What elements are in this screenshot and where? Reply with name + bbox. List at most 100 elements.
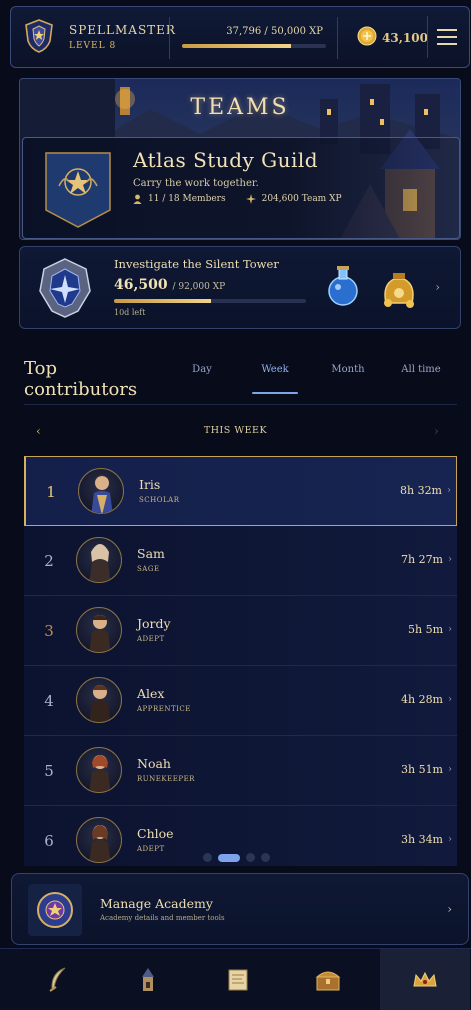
xp-text: 37,796 / 50,000 XP bbox=[226, 26, 323, 37]
menu-line bbox=[436, 36, 457, 38]
mage-character-icon bbox=[91, 475, 113, 513]
manage-academy-button[interactable]: Manage Academy Academy details and membe… bbox=[11, 873, 469, 945]
menu-line bbox=[436, 29, 457, 31]
xp-progress-bar bbox=[182, 44, 326, 48]
member-count: 11 / 18 Members bbox=[148, 194, 226, 204]
member-name: Iris bbox=[139, 477, 161, 492]
period-label: THIS WEEK bbox=[203, 425, 268, 436]
member-name: Sam bbox=[137, 546, 165, 561]
hamburger-menu-button[interactable] bbox=[427, 16, 465, 58]
manage-subtitle: Academy details and member tools bbox=[100, 914, 225, 922]
chevron-right-icon: › bbox=[448, 834, 452, 845]
rank-number: 6 bbox=[44, 832, 54, 850]
avatar bbox=[78, 468, 124, 514]
member-name: Chloe bbox=[137, 826, 174, 841]
page-title: TEAMS bbox=[190, 95, 290, 120]
chevron-right-icon[interactable]: › bbox=[434, 424, 439, 438]
quest-time-left: 10d left bbox=[114, 308, 146, 317]
quest-xp-total: / 92,000 XP bbox=[172, 282, 226, 292]
member-icon bbox=[133, 194, 142, 204]
rank-number: 3 bbox=[44, 622, 54, 640]
member-name: Jordy bbox=[137, 616, 171, 631]
page-dot-active[interactable] bbox=[218, 853, 240, 862]
guild-tagline: Carry the work together. bbox=[133, 178, 259, 189]
tower-crest-badge-icon bbox=[39, 258, 91, 318]
member-name: Noah bbox=[137, 756, 171, 771]
study-time: 5h 5m bbox=[407, 623, 443, 636]
study-time: 7h 27m bbox=[400, 553, 443, 566]
study-time: 4h 28m bbox=[400, 693, 443, 706]
study-time: 3h 51m bbox=[400, 763, 443, 776]
shield-crest-icon[interactable] bbox=[25, 19, 53, 53]
table-row[interactable]: 1 Iris SCHOLAR 8h 32m › bbox=[24, 456, 457, 526]
avatar bbox=[76, 677, 122, 723]
divider bbox=[169, 17, 170, 59]
guild-name: Atlas Study Guild bbox=[133, 148, 319, 172]
coin-balance: 43,100 bbox=[382, 31, 428, 45]
nav-tower[interactable] bbox=[103, 949, 193, 1010]
tab-day[interactable]: Day bbox=[167, 364, 237, 375]
member-title: SAGE bbox=[137, 565, 160, 573]
nav-quill[interactable] bbox=[13, 949, 103, 1010]
sparkle-icon bbox=[245, 194, 256, 204]
player-level: LEVEL 8 bbox=[69, 41, 117, 51]
table-row[interactable]: 3 Jordy ADEPT 5h 5m › bbox=[24, 596, 457, 666]
gold-coin-icon bbox=[357, 26, 377, 46]
member-title: ADEPT bbox=[137, 845, 165, 853]
mage-character-icon bbox=[89, 685, 111, 722]
active-tab-indicator bbox=[252, 392, 298, 394]
study-time: 3h 34m bbox=[400, 833, 443, 846]
potion-reward-icon bbox=[328, 266, 358, 306]
teams-banner: TEAMS Atlas Study Guild Carry the work t… bbox=[19, 78, 461, 240]
study-time: 8h 32m bbox=[399, 484, 442, 497]
rank-number: 4 bbox=[44, 692, 54, 710]
member-title: APPRENTICE bbox=[137, 705, 191, 713]
guild-stats: 11 / 18 Members 204,600 Team XP bbox=[133, 194, 342, 204]
chevron-right-icon: › bbox=[448, 764, 452, 775]
page-dot[interactable] bbox=[261, 853, 270, 862]
chevron-right-icon: › bbox=[448, 694, 452, 705]
bottom-navigation bbox=[0, 948, 471, 1010]
xp-progress-fill bbox=[182, 44, 291, 48]
quill-icon bbox=[49, 967, 66, 992]
team-quest-card[interactable]: Investigate the Silent Tower 46,500 / 92… bbox=[19, 246, 461, 329]
manage-title: Manage Academy bbox=[100, 896, 213, 911]
member-title: SCHOLAR bbox=[139, 496, 180, 504]
avatar bbox=[76, 817, 122, 863]
menu-line bbox=[436, 43, 457, 45]
player-name: SPELLMASTER bbox=[69, 23, 176, 37]
chevron-right-icon: › bbox=[447, 902, 452, 916]
guild-card[interactable]: Atlas Study Guild Carry the work togethe… bbox=[22, 137, 460, 239]
page-dot[interactable] bbox=[203, 853, 212, 862]
rank-number: 2 bbox=[44, 552, 54, 570]
rank-number: 1 bbox=[46, 483, 56, 501]
nav-crown[interactable] bbox=[380, 949, 470, 1010]
mage-character-icon bbox=[89, 544, 111, 582]
top-bar: SPELLMASTER LEVEL 8 37,796 / 50,000 XP 4… bbox=[10, 6, 470, 68]
scroll-map-icon bbox=[228, 969, 248, 991]
tab-week[interactable]: Week bbox=[240, 364, 310, 375]
table-row[interactable]: 2 Sam SAGE 7h 27m › bbox=[24, 526, 457, 596]
chevron-right-icon: › bbox=[435, 280, 440, 294]
avatar bbox=[76, 537, 122, 583]
mage-character-icon bbox=[89, 615, 111, 652]
quest-xp-current: 46,500 bbox=[114, 277, 168, 293]
academy-crest-icon bbox=[37, 892, 73, 928]
chevron-right-icon: › bbox=[448, 624, 452, 635]
tab-month[interactable]: Month bbox=[313, 364, 383, 375]
table-row[interactable]: 4 Alex APPRENTICE 4h 28m › bbox=[24, 666, 457, 736]
table-row[interactable]: 5 Noah RUNEKEEPER 3h 51m › bbox=[24, 736, 457, 806]
crown-icon bbox=[413, 971, 437, 987]
divider bbox=[337, 17, 338, 59]
divider bbox=[24, 404, 457, 405]
tab-all-time[interactable]: All time bbox=[386, 364, 456, 375]
avatar bbox=[76, 607, 122, 653]
pagination-dots bbox=[203, 853, 270, 862]
quest-xp: 46,500 / 92,000 XP bbox=[114, 277, 225, 293]
page-dot[interactable] bbox=[246, 853, 255, 862]
team-xp: 204,600 Team XP bbox=[261, 194, 342, 204]
rank-number: 5 bbox=[44, 762, 54, 780]
member-title: ADEPT bbox=[137, 635, 165, 643]
nav-chest[interactable] bbox=[283, 949, 373, 1010]
nav-map[interactable] bbox=[193, 949, 283, 1010]
